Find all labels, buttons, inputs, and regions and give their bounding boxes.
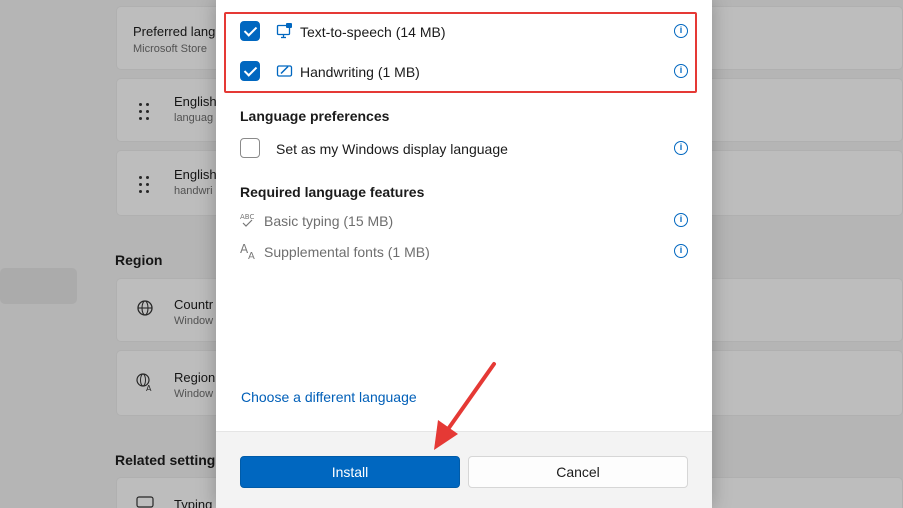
info-icon[interactable]: i [674, 213, 688, 227]
text-to-speech-label: Text-to-speech (14 MB) [300, 24, 446, 40]
svg-text:ABC: ABC [240, 213, 254, 221]
handwriting-label: Handwriting (1 MB) [300, 64, 420, 80]
choose-different-language-link[interactable]: Choose a different language [241, 389, 417, 405]
handwriting-checkbox[interactable] [240, 61, 260, 81]
feature-text-to-speech[interactable]: Text-to-speech (14 MB) i [240, 17, 688, 47]
text-to-speech-checkbox[interactable] [240, 21, 260, 41]
basic-typing-label: Basic typing (15 MB) [264, 213, 394, 229]
display-language-option[interactable]: Set as my Windows display language i [240, 134, 688, 164]
handwriting-icon [276, 62, 294, 80]
required-supplemental-fonts: AA Supplemental fonts (1 MB) i [240, 237, 688, 267]
basic-typing-icon: ABC [240, 211, 258, 229]
svg-text:A: A [248, 251, 255, 260]
supplemental-fonts-label: Supplemental fonts (1 MB) [264, 244, 430, 260]
display-language-label: Set as my Windows display language [276, 141, 508, 157]
info-icon[interactable]: i [674, 244, 688, 258]
install-button[interactable]: Install [240, 456, 460, 488]
required-features-title: Required language features [240, 184, 425, 200]
fonts-icon: AA [240, 242, 258, 262]
feature-handwriting[interactable]: Handwriting (1 MB) i [240, 57, 688, 87]
info-icon[interactable]: i [674, 24, 688, 38]
required-basic-typing: ABC Basic typing (15 MB) i [240, 206, 688, 236]
language-preferences-title: Language preferences [240, 108, 390, 124]
install-language-dialog: Text-to-speech (14 MB) i Handwriting (1 … [216, 0, 712, 508]
cancel-button[interactable]: Cancel [468, 456, 688, 488]
display-language-checkbox[interactable] [240, 138, 260, 158]
info-icon[interactable]: i [674, 64, 688, 78]
text-to-speech-icon [276, 22, 294, 40]
info-icon[interactable]: i [674, 141, 688, 155]
